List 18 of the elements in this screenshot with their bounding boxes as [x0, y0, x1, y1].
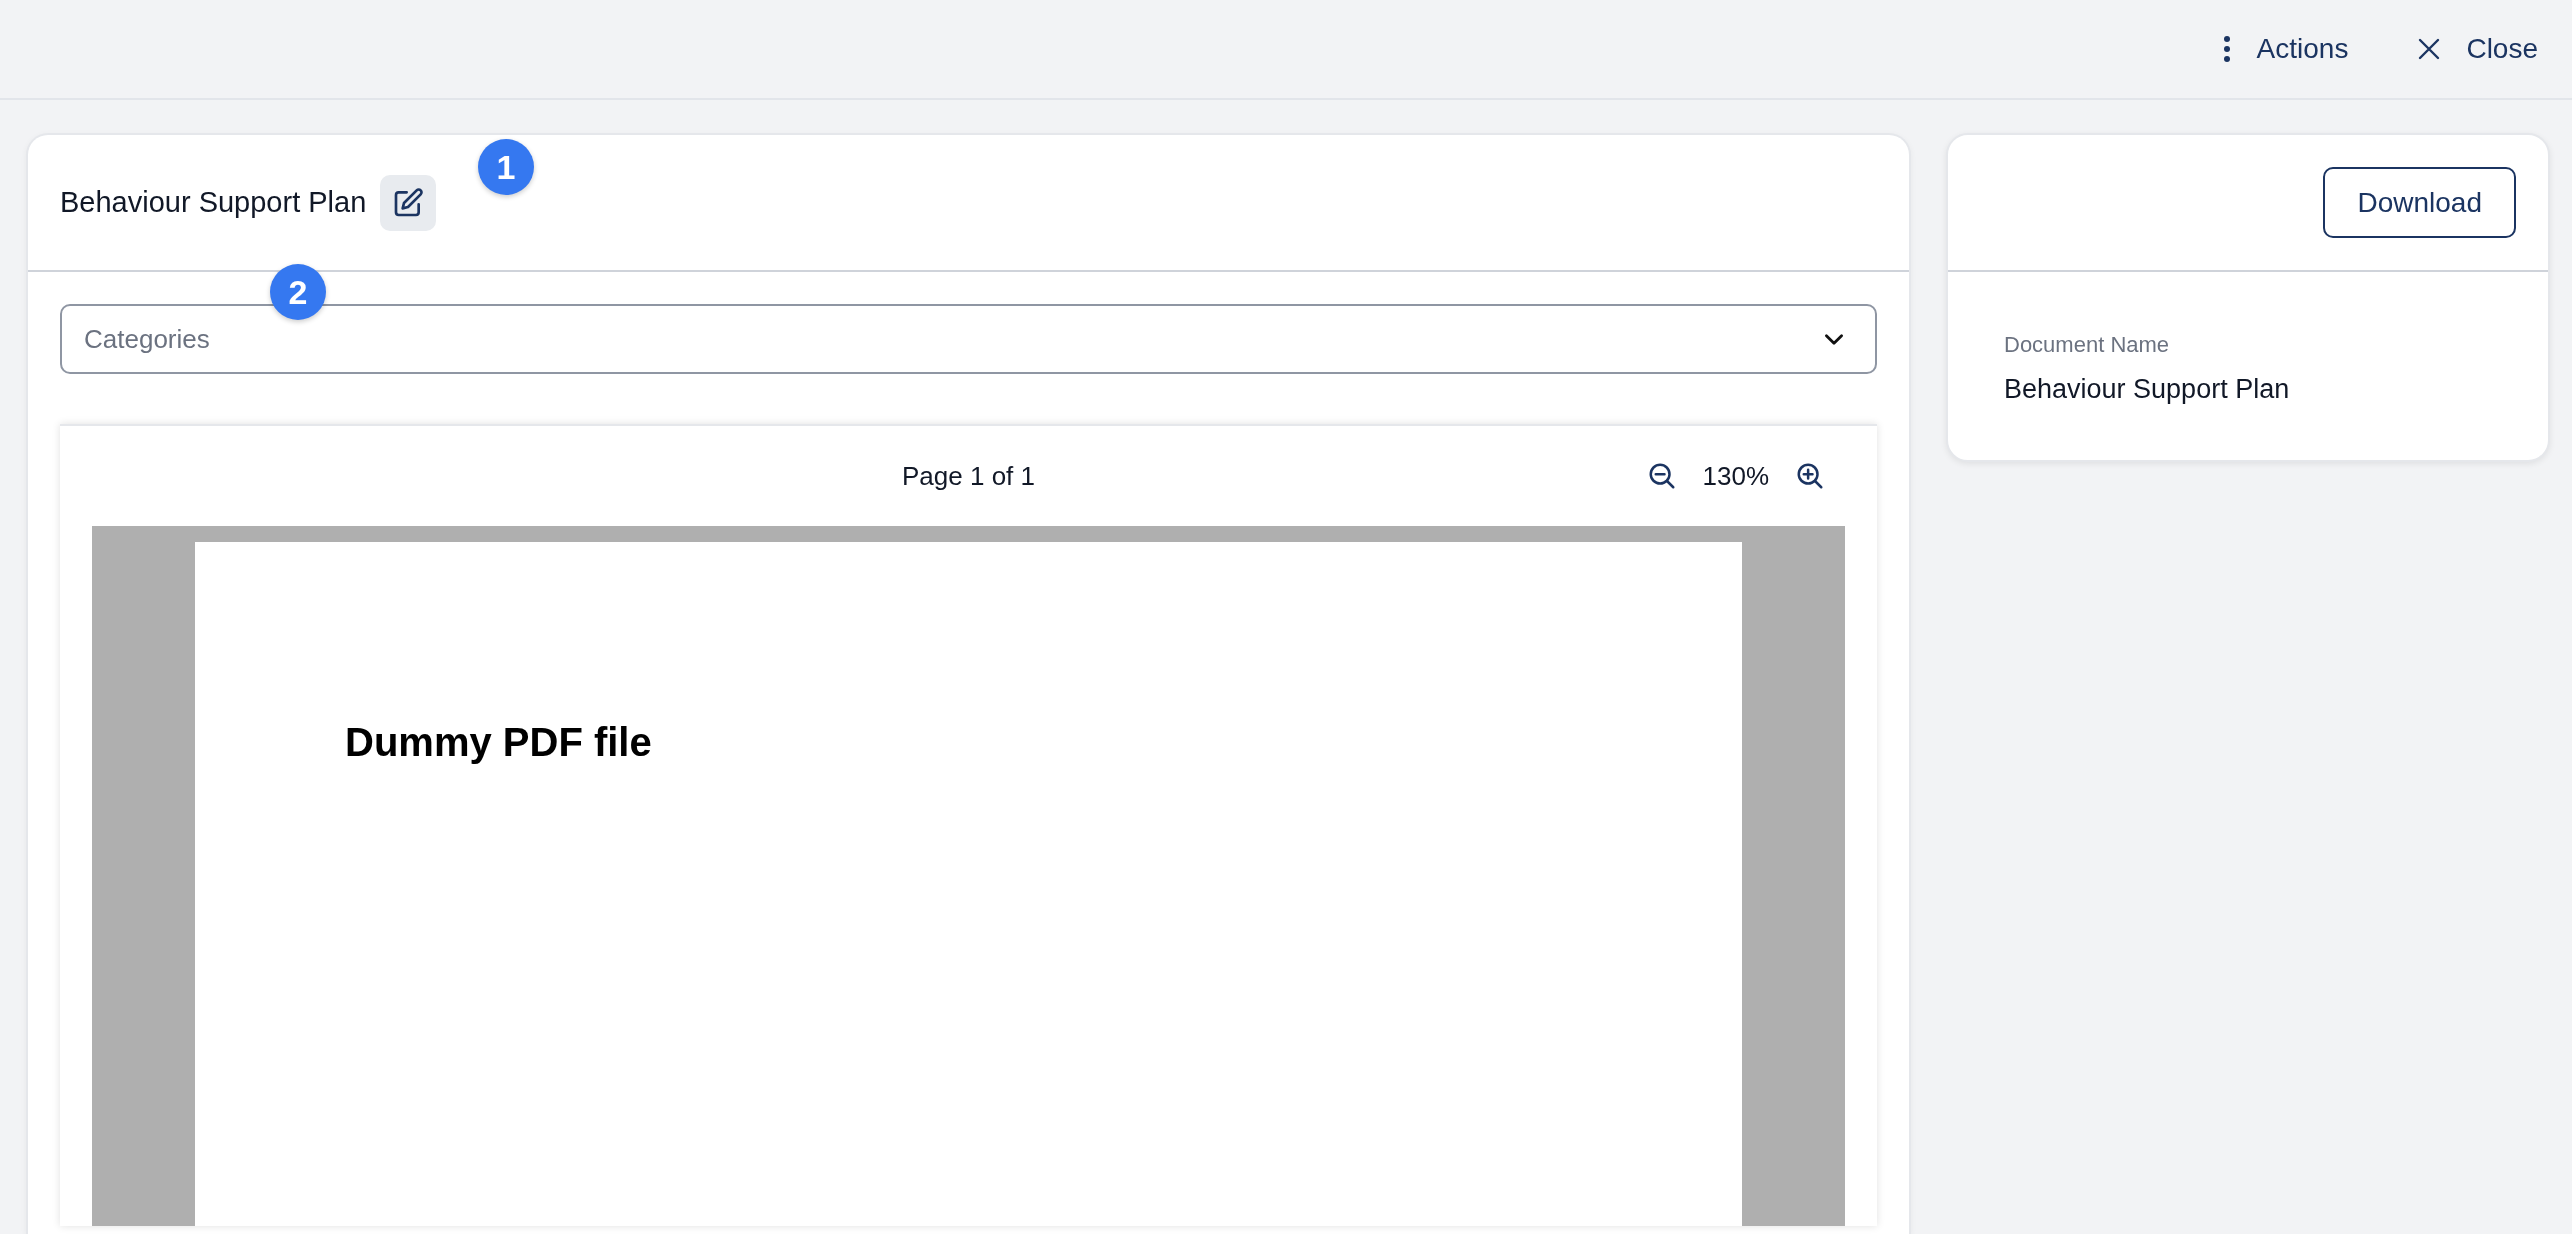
step-marker: 2: [270, 264, 326, 320]
edit-icon: [392, 186, 425, 219]
step-marker: 1: [478, 139, 534, 195]
page-heading: Dummy PDF file: [345, 720, 652, 764]
edit-button[interactable]: [380, 174, 437, 231]
more-vertical-icon: [2222, 35, 2231, 63]
field-value: Behaviour Support Plan: [2004, 373, 2291, 406]
document-title: Behaviour Support Plan: [60, 184, 367, 220]
actions-button[interactable]: Actions: [2222, 28, 2349, 70]
close-icon: [2418, 38, 2441, 60]
field-label: Document Name: [2004, 331, 2171, 359]
download-button[interactable]: Download: [2323, 167, 2516, 238]
page-indicator: Page 1 of 1: [902, 459, 1035, 493]
categories-dropdown[interactable]: Categories: [60, 304, 1877, 374]
close-button[interactable]: Close: [2418, 28, 2538, 70]
zoom-level: 130%: [1702, 459, 1769, 493]
zoom-in-icon: [1795, 461, 1825, 491]
zoom-in-button[interactable]: [1795, 461, 1825, 491]
